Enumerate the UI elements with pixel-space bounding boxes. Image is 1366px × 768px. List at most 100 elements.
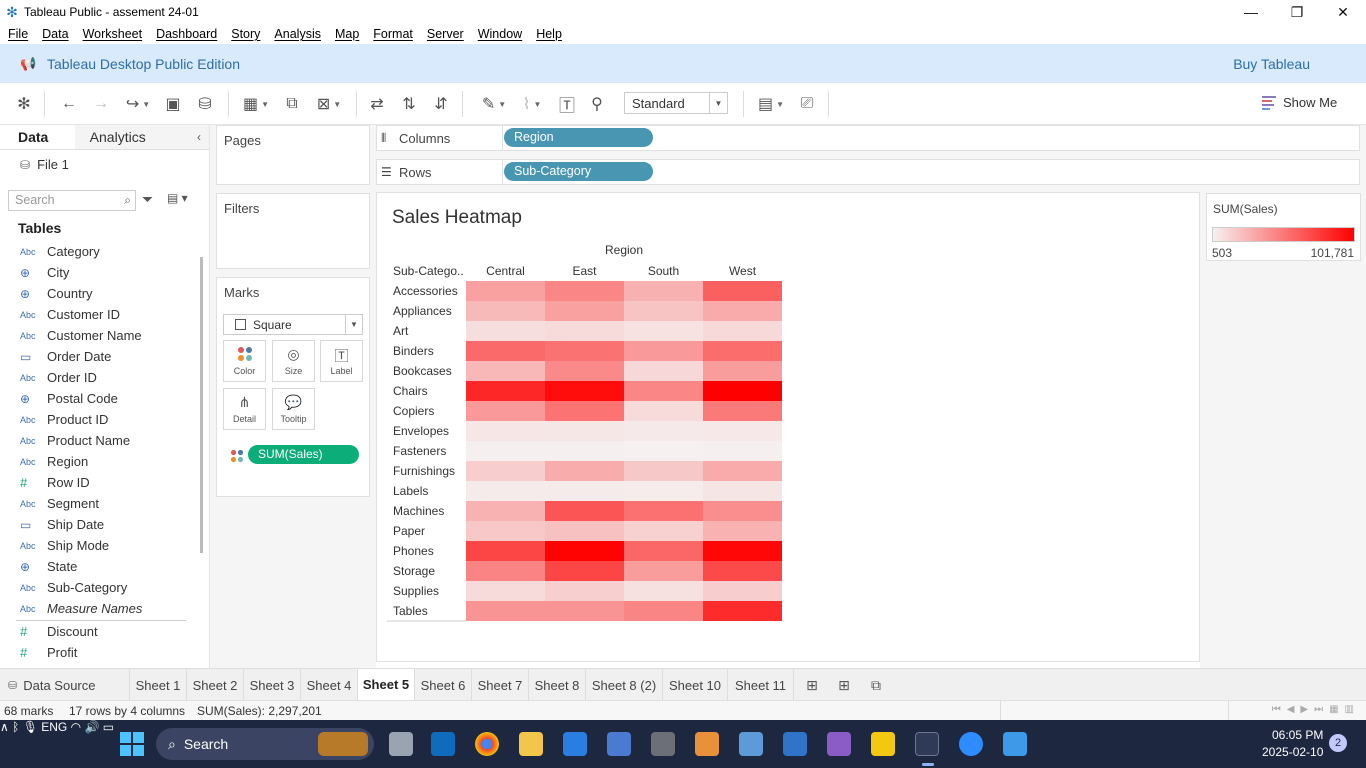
heatmap-cell[interactable] — [466, 581, 545, 601]
sort-ascending-icon[interactable]: ⇅ — [398, 93, 420, 115]
row-header[interactable]: Phones — [393, 544, 434, 558]
power-bi-icon[interactable] — [871, 732, 895, 756]
heatmap-cell[interactable] — [703, 521, 782, 541]
heatmap-cell[interactable] — [545, 321, 624, 341]
battery-icon[interactable]: ▭ — [103, 720, 114, 734]
collapse-pane-icon[interactable]: ‹ — [197, 125, 201, 150]
field-item[interactable]: Abc Measure Names — [20, 598, 190, 619]
tableau-icon[interactable] — [915, 732, 939, 766]
tab-sheet-4[interactable]: Sheet 4 — [301, 669, 358, 701]
field-item[interactable]: # Profit — [20, 642, 190, 663]
heatmap-cell[interactable] — [624, 441, 703, 461]
taskbar-search[interactable]: ⌕ Search — [156, 728, 374, 760]
heatmap-cell[interactable] — [466, 541, 545, 561]
field-item[interactable]: Abc Customer ID — [20, 304, 190, 325]
field-item[interactable]: ⊕ City — [20, 262, 190, 283]
fix-axes-icon[interactable]: ⚲ — [586, 93, 608, 115]
heatmap-cell[interactable] — [466, 561, 545, 581]
show-me-button[interactable]: Show Me — [1262, 95, 1337, 110]
heatmap-chart[interactable]: Accessories Appliances Art Binders Bookcases… — [387, 281, 787, 623]
heatmap-cell[interactable] — [466, 301, 545, 321]
row-header[interactable]: Accessories — [393, 284, 458, 298]
row-header[interactable]: Art — [393, 324, 409, 338]
tab-sheet-2[interactable]: Sheet 2 — [187, 669, 244, 701]
paint-icon[interactable] — [695, 732, 719, 756]
heatmap-cell[interactable] — [545, 281, 624, 301]
heatmap-cell[interactable] — [624, 521, 703, 541]
heatmap-cell[interactable] — [624, 541, 703, 561]
heatmap-cell[interactable] — [624, 361, 703, 381]
sort-descending-icon[interactable]: ⇵ — [430, 93, 452, 115]
row-header[interactable]: Copiers — [393, 404, 434, 418]
worksheet-view[interactable]: Sales Heatmap Region Sub-Catego.. Centra… — [376, 192, 1200, 662]
heatmap-cell[interactable] — [466, 521, 545, 541]
data-pane-scrollbar[interactable] — [200, 257, 203, 553]
heatmap-cell[interactable] — [466, 501, 545, 521]
show-cards-icon[interactable]: ▤ ▼ — [754, 93, 788, 115]
field-item[interactable]: ▭ Order Date — [20, 346, 190, 367]
close-button[interactable]: ✕ — [1320, 0, 1366, 24]
language-indicator[interactable]: ENG — [41, 720, 67, 734]
menu-analysis[interactable]: Analysis — [266, 27, 327, 41]
tab-sheet-1[interactable]: Sheet 1 — [130, 669, 187, 701]
swap-rows-columns-icon[interactable]: ⇄ — [366, 93, 388, 115]
fit-dropdown[interactable]: Standard ▼ — [624, 92, 728, 114]
field-item[interactable]: Abc Customer Name — [20, 325, 190, 346]
heatmap-cell[interactable] — [545, 301, 624, 321]
heatmap-cell[interactable] — [466, 601, 545, 621]
heatmap-cell[interactable] — [545, 581, 624, 601]
heatmap-cell[interactable] — [703, 321, 782, 341]
row-header[interactable]: Labels — [393, 484, 428, 498]
tab-data[interactable]: Data — [0, 125, 75, 149]
field-item[interactable]: Abc Segment — [20, 493, 190, 514]
redo-icon[interactable]: → — [90, 93, 112, 115]
field-item[interactable]: Abc Category — [20, 241, 190, 262]
buy-tableau-link[interactable]: Buy Tableau — [1233, 56, 1310, 72]
heatmap-cell[interactable] — [703, 441, 782, 461]
group-members-icon[interactable]: ⌇ ▼ — [515, 93, 549, 115]
row-header[interactable]: Chairs — [393, 384, 428, 398]
row-header[interactable]: Furnishings — [393, 464, 455, 478]
menu-file[interactable]: File — [0, 27, 34, 41]
new-worksheet-icon[interactable]: ⊞ — [802, 675, 822, 695]
field-item[interactable]: Abc Sub-Category — [20, 577, 190, 598]
new-dashboard-icon[interactable]: ⊞ — [834, 675, 854, 695]
heatmap-cell[interactable] — [624, 401, 703, 421]
minimize-button[interactable]: — — [1228, 0, 1274, 24]
heatmap-cell[interactable] — [624, 461, 703, 481]
menu-format[interactable]: Format — [365, 27, 419, 41]
row-header[interactable]: Binders — [393, 344, 434, 358]
field-item[interactable]: ⊕ State — [20, 556, 190, 577]
column-header-central[interactable]: Central — [466, 264, 545, 278]
menu-server[interactable]: Server — [419, 27, 470, 41]
heatmap-cell[interactable] — [466, 361, 545, 381]
heatmap-cell[interactable] — [466, 381, 545, 401]
heatmap-cell[interactable] — [545, 521, 624, 541]
menu-map[interactable]: Map — [327, 27, 365, 41]
region-pill[interactable]: Region — [504, 128, 653, 147]
heatmap-cell[interactable] — [703, 581, 782, 601]
column-header-east[interactable]: East — [545, 264, 624, 278]
heatmap-cell[interactable] — [545, 501, 624, 521]
heatmap-cell[interactable] — [466, 481, 545, 501]
sub-category-pill[interactable]: Sub-Category — [504, 162, 653, 181]
field-item[interactable]: Abc Ship Mode — [20, 535, 190, 556]
highlight-icon[interactable]: ✎ ▼ — [478, 93, 510, 115]
heatmap-cell[interactable] — [624, 601, 703, 621]
heatmap-cell[interactable] — [624, 381, 703, 401]
columns-shelf[interactable]: ⦀ Columns Region — [376, 125, 1360, 151]
undo-icon[interactable]: ← — [58, 93, 80, 115]
save-icon[interactable]: ▣ — [163, 93, 183, 115]
snipping-tool-icon[interactable] — [739, 732, 763, 756]
heatmap-cell[interactable] — [466, 341, 545, 361]
notepad-icon[interactable] — [607, 732, 631, 756]
tableau-home-icon[interactable]: ✻ — [14, 93, 34, 115]
row-header[interactable]: Supplies — [393, 584, 439, 598]
presentation-mode-icon[interactable]: ⎚ — [796, 93, 818, 115]
tab-sheet-10[interactable]: Sheet 10 — [663, 669, 728, 701]
heatmap-cell[interactable] — [624, 561, 703, 581]
heatmap-cell[interactable] — [624, 501, 703, 521]
heatmap-cell[interactable] — [703, 421, 782, 441]
heatmap-cell[interactable] — [545, 341, 624, 361]
heatmap-cell[interactable] — [703, 461, 782, 481]
